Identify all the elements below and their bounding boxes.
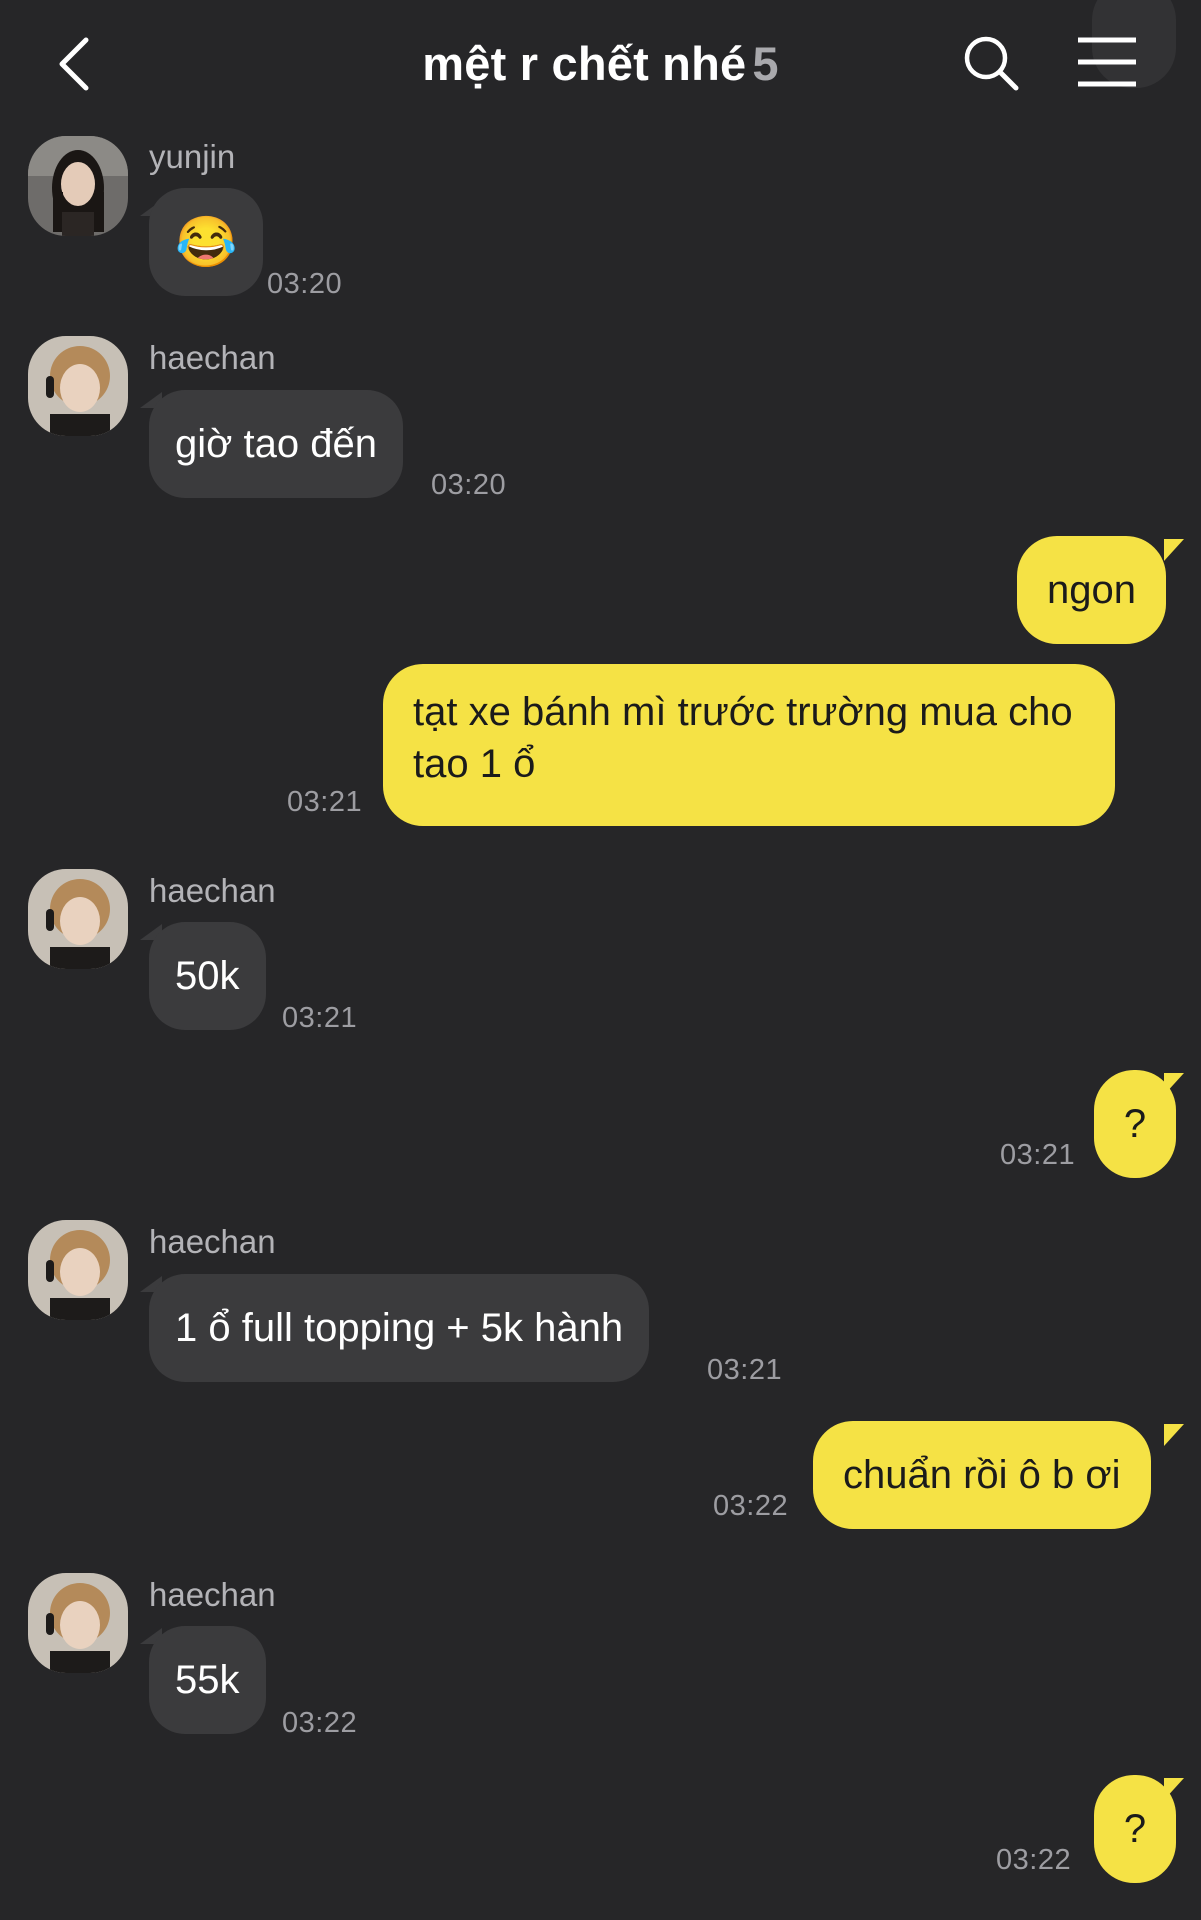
bubble-tail <box>1164 539 1184 561</box>
message-time: 03:21 <box>707 1354 783 1386</box>
avatar-haechan[interactable] <box>28 336 128 436</box>
sender-name: yunjin <box>149 138 236 175</box>
chat-header: mệt r chết nhé 5 <box>0 0 1201 130</box>
message-time: 03:21 <box>287 786 363 818</box>
message-bubble[interactable]: giờ tao đến <box>149 390 403 498</box>
message-time: 03:22 <box>282 1707 358 1739</box>
message-bubble[interactable]: 50k <box>149 922 266 1030</box>
message-bubble[interactable]: 1 ổ full topping + 5k hành <box>149 1274 650 1382</box>
sender-name: haechan <box>149 1576 276 1613</box>
message-text: ? <box>1123 1102 1147 1146</box>
message-time: 03:20 <box>267 268 343 300</box>
message-text: giờ tao đến <box>175 422 377 466</box>
chat-title-text: mệt r chết nhé <box>422 37 747 90</box>
message-time: 03:21 <box>282 1002 358 1034</box>
menu-button[interactable] <box>1074 34 1140 90</box>
tears-of-joy-emoji: 😂 <box>175 214 238 270</box>
message-bubble[interactable]: 55k <box>149 1626 266 1734</box>
avatar-image <box>28 1573 128 1673</box>
sender-name: haechan <box>149 872 276 909</box>
search-icon <box>964 36 1019 91</box>
message-time: 03:20 <box>431 469 507 501</box>
avatar-image <box>28 869 128 969</box>
bubble-tail <box>1164 1778 1184 1800</box>
message-time: 03:22 <box>713 1490 789 1522</box>
message-bubble[interactable]: chuẩn rồi ô b ơi <box>813 1421 1151 1529</box>
menu-icon <box>1078 37 1136 87</box>
message-time: 03:21 <box>1000 1139 1076 1171</box>
message-bubble[interactable]: tạt xe bánh mì trước trường mua cho tao … <box>383 664 1115 826</box>
member-count: 5 <box>752 37 779 90</box>
message-time: 03:22 <box>996 1844 1072 1876</box>
message-text: chuẩn rồi ô b ơi <box>843 1453 1121 1497</box>
message-text-line: tao 1 ổ <box>413 742 536 786</box>
bubble-tail <box>1164 1424 1184 1446</box>
avatar-haechan[interactable] <box>28 1573 128 1673</box>
avatar-haechan[interactable] <box>28 869 128 969</box>
message-text: ngon <box>1047 568 1136 612</box>
message-bubble[interactable]: 😂 <box>149 188 264 296</box>
avatar-image <box>28 1220 128 1320</box>
message-text: 50k <box>175 954 240 998</box>
message-text-line: tạt xe bánh mì trước trường mua cho <box>413 690 1073 734</box>
avatar-yunjin[interactable] <box>28 136 128 236</box>
search-button[interactable] <box>960 30 1022 98</box>
avatar-image <box>28 136 128 236</box>
avatar-image <box>28 336 128 436</box>
bubble-tail <box>1164 1073 1184 1095</box>
message-text: ? <box>1123 1807 1147 1851</box>
message-text: 1 ổ full topping + 5k hành <box>175 1306 624 1350</box>
sender-name: haechan <box>149 1223 276 1260</box>
sender-name: haechan <box>149 339 276 376</box>
avatar-haechan[interactable] <box>28 1220 128 1320</box>
message-bubble[interactable]: ngon <box>1017 536 1166 644</box>
message-text: 55k <box>175 1658 240 1702</box>
